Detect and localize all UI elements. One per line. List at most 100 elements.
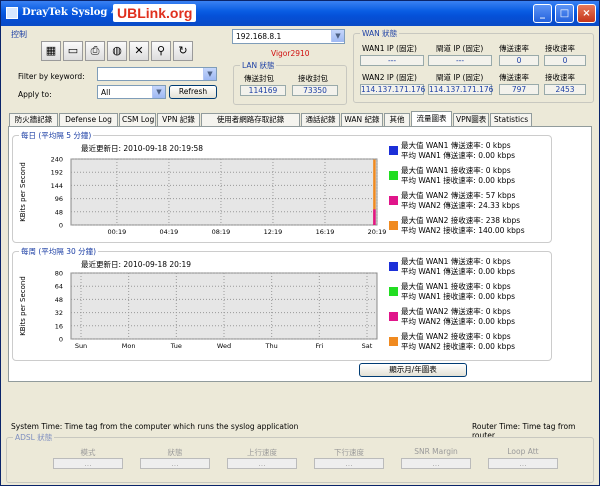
wan1-ip-value: --- — [360, 55, 424, 66]
close-button[interactable]: × — [577, 4, 596, 23]
y-tick-label: 240 — [51, 156, 63, 164]
show-month-year-button[interactable]: 顯示月/年圖表 — [359, 363, 467, 377]
wan1-rx-header: 接收速率 — [545, 44, 575, 53]
tab-1[interactable]: 防火牆記錄 — [9, 113, 58, 126]
lan-status-title: LAN 狀態 — [240, 60, 277, 71]
adsl-col-value: ... — [401, 458, 471, 469]
app-icon — [6, 7, 18, 19]
printer-icon[interactable]: ⎙ — [85, 41, 105, 61]
router-ip-select[interactable]: 192.168.8.1 ▼ — [232, 29, 345, 44]
wan2-tx-value: 797 — [499, 84, 539, 95]
wan2-gw-value: 114.137.171.176 — [428, 84, 494, 95]
legend-max-text: 最大值 WAN1 接收速率: 0 kbps — [401, 166, 511, 175]
apply-label: Apply to: — [18, 90, 52, 99]
tab-2[interactable]: Defense Log — [59, 113, 118, 126]
x-tick-label: Fri — [315, 342, 323, 350]
wan1-gw-header: 閘道 IP (固定) — [436, 44, 484, 53]
daily-traffic-chart: KBits per Second 0 48 96 144 192 240 00:19 04:19… — [19, 156, 387, 237]
x-tick-label: 00:19 — [108, 228, 127, 236]
router-model: Vigor2910 — [271, 49, 310, 58]
x-tick-label: 20:19 — [368, 228, 387, 236]
x-tick-label: 16:19 — [316, 228, 335, 236]
legend-item: 最大值 WAN2 傳送速率: 57 kbps 平均 WAN2 傳送速率: 24.3… — [389, 191, 549, 213]
wan2-ip-header: WAN2 IP (固定) — [362, 73, 417, 82]
adsl-col-header: 上行速度 — [247, 448, 277, 457]
adsl-col-value: ... — [314, 458, 384, 469]
legend-max-text: 最大值 WAN2 接收速率: 238 kbps — [401, 216, 521, 225]
legend-item: 最大值 WAN2 傳送速率: 0 kbps 平均 WAN2 傳送速率: 0.00 … — [389, 307, 549, 329]
tab-5[interactable]: 使用者網路存取記錄 — [201, 113, 300, 126]
adsl-col-value: ... — [227, 458, 297, 469]
tab-10[interactable]: VPN圖表 — [453, 113, 489, 126]
control-title: 控制 — [11, 30, 27, 39]
filter-keyword-input[interactable]: ▼ — [97, 67, 217, 81]
legend-swatch — [389, 221, 398, 230]
daily-chart-title: 每日 (平均隔 5 分鐘) — [19, 130, 94, 141]
legend-item: 最大值 WAN1 傳送速率: 0 kbps 平均 WAN1 傳送速率: 0.00 … — [389, 141, 549, 163]
tab-3[interactable]: CSM Log — [119, 113, 156, 126]
wan1-tx-header: 傳送速率 — [499, 44, 529, 53]
legend-max-text: 最大值 WAN1 傳送速率: 0 kbps — [401, 141, 511, 150]
wan-status-group: WAN 狀態 WAN1 IP (固定) 閘道 IP (固定) 傳送速率 接收速率… — [353, 28, 594, 103]
wan2-rx-header: 接收速率 — [545, 73, 575, 82]
tab-6[interactable]: 通話記錄 — [301, 113, 340, 126]
minimize-button[interactable]: _ — [533, 4, 552, 23]
refresh-button[interactable]: Refresh — [169, 85, 217, 99]
legend-swatch — [389, 171, 398, 180]
y-axis-label: KBits per Second — [19, 162, 27, 222]
adsl-col-header: Loop Att — [507, 447, 539, 456]
legend-avg-text: 平均 WAN2 傳送速率: 0.00 kbps — [401, 317, 516, 326]
globe-icon[interactable]: ◍ — [107, 41, 127, 61]
y-tick-label: 16 — [55, 322, 63, 330]
x-tick-label: Wed — [217, 342, 231, 350]
adsl-col-value: ... — [140, 458, 210, 469]
refresh-icon[interactable]: ↻ — [173, 41, 193, 61]
tab-9[interactable]: 流量圖表 — [411, 111, 452, 127]
lan-recv-value: 73350 — [292, 85, 338, 96]
apply-to-select[interactable]: All ▼ — [97, 85, 166, 99]
y-tick-label: 192 — [51, 169, 63, 177]
daily-legend: 最大值 WAN1 傳送速率: 0 kbps 平均 WAN1 傳送速率: 0.00 … — [389, 141, 549, 241]
open-folder-icon[interactable]: ▭ — [63, 41, 83, 61]
save-icon[interactable]: ▦ — [41, 41, 61, 61]
daily-updated: 最近更新日: 2010-09-18 20:19:58 — [81, 144, 204, 153]
tools-icon[interactable]: ✕ — [129, 41, 149, 61]
tab-4[interactable]: VPN 記錄 — [157, 113, 200, 126]
wan1-gw-value: --- — [428, 55, 492, 66]
y-axis-label: KBits per Second — [19, 276, 27, 336]
y-tick-label: 64 — [55, 283, 63, 291]
system-time-note: System Time: Time tag from the computer … — [11, 422, 299, 431]
title-bar[interactable]: DrayTek Syslog 4.2.2 UBLink.org _ □ × — [1, 1, 599, 26]
adsl-col-header: 下行速度 — [334, 448, 364, 457]
legend-item: 最大值 WAN2 接收速率: 238 kbps 平均 WAN2 接收速率: 140… — [389, 216, 549, 238]
wan2-rx-value: 2453 — [544, 84, 586, 95]
legend-avg-text: 平均 WAN2 接收速率: 0.00 kbps — [401, 342, 516, 351]
maximize-button[interactable]: □ — [555, 4, 574, 23]
legend-item: 最大值 WAN2 接收速率: 0 kbps 平均 WAN2 接收速率: 0.00 … — [389, 332, 549, 354]
weekly-traffic-chart: KBits per Second 0 16 32 48 64 80 Sun Mon Tue Wed T… — [19, 270, 378, 350]
legend-max-text: 最大值 WAN1 接收速率: 0 kbps — [401, 282, 511, 291]
syslog-window: DrayTek Syslog 4.2.2 UBLink.org _ □ × 控制… — [0, 0, 600, 486]
wan2-tx-header: 傳送速率 — [499, 73, 529, 82]
legend-swatch — [389, 146, 398, 155]
adsl-col-value: ... — [488, 458, 558, 469]
legend-avg-text: 平均 WAN1 傳送速率: 0.00 kbps — [401, 151, 516, 160]
lan-status-group: LAN 狀態 傳送封包 接收封包 114169 73350 — [233, 60, 347, 105]
tab-8[interactable]: 其他 — [384, 113, 410, 126]
adsl-status-group: ADSL 狀態 模式... 狀態... 上行速度... 下行速度... SNR Marg… — [6, 432, 594, 483]
x-tick-label: 04:19 — [160, 228, 179, 236]
traffic-chart-panel: 每日 (平均隔 5 分鐘) 最近更新日: 2010-09-18 20:19:58… — [8, 126, 592, 382]
tab-7[interactable]: WAN 紀錄 — [341, 113, 383, 126]
wan-status-title: WAN 狀態 — [360, 28, 400, 39]
legend-avg-text: 平均 WAN1 接收速率: 0.00 kbps — [401, 176, 516, 185]
search-icon[interactable]: ⚲ — [151, 41, 171, 61]
adsl-col-header: 狀態 — [167, 448, 183, 457]
tab-11[interactable]: Statistics — [490, 113, 532, 126]
adsl-col-header: 模式 — [80, 448, 96, 457]
legend-max-text: 最大值 WAN2 接收速率: 0 kbps — [401, 332, 511, 341]
brand-watermark: UBLink.org — [113, 4, 197, 22]
legend-item: 最大值 WAN1 接收速率: 0 kbps 平均 WAN1 接收速率: 0.00 … — [389, 166, 549, 188]
legend-swatch — [389, 196, 398, 205]
x-tick-label: 08:19 — [212, 228, 231, 236]
legend-max-text: 最大值 WAN2 傳送速率: 0 kbps — [401, 307, 511, 316]
